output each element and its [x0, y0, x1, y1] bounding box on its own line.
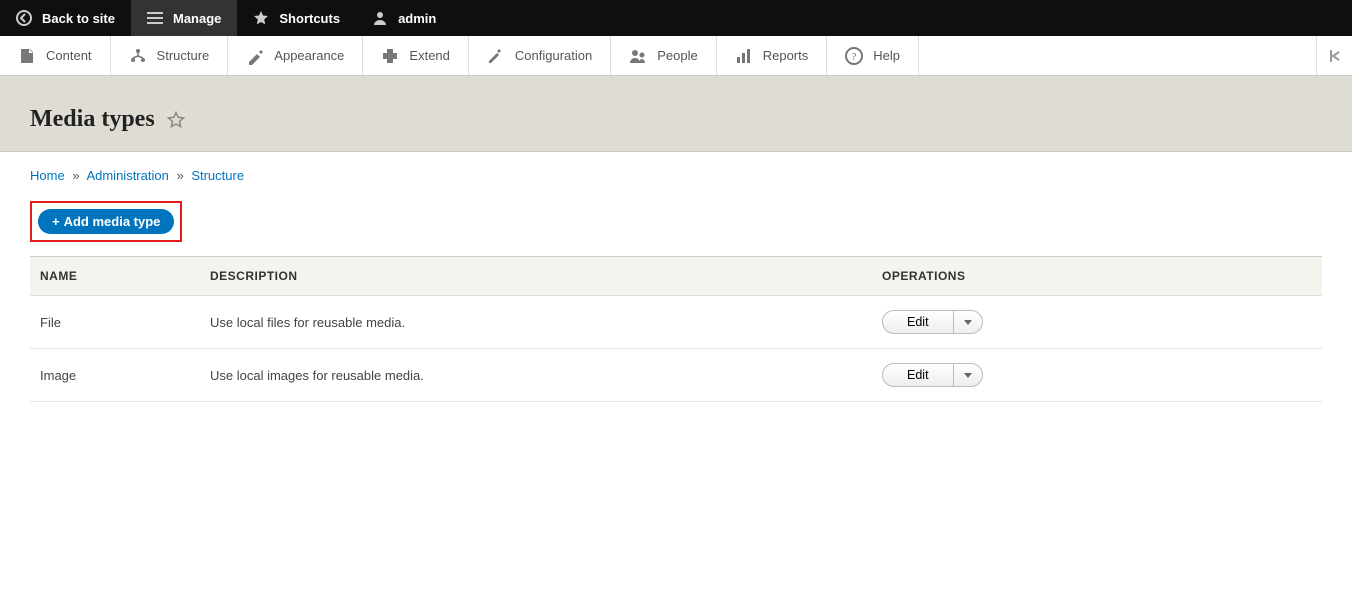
svg-text:?: ? — [852, 51, 857, 63]
configuration-icon — [487, 47, 505, 65]
add-shortcut-star-icon[interactable] — [167, 111, 185, 129]
breadcrumb-sep: » — [172, 168, 187, 183]
breadcrumb-administration[interactable]: Administration — [86, 168, 168, 183]
structure-icon — [129, 47, 147, 65]
cell-operations: Edit — [872, 296, 1322, 349]
edit-button[interactable]: Edit — [883, 311, 954, 333]
th-name: NAME — [30, 257, 200, 296]
menu-configuration[interactable]: Configuration — [469, 36, 611, 75]
menu-help-label: Help — [873, 48, 900, 63]
manage-label: Manage — [173, 11, 221, 26]
breadcrumb-structure[interactable]: Structure — [191, 168, 244, 183]
menu-extend[interactable]: Extend — [363, 36, 468, 75]
menu-appearance[interactable]: Appearance — [228, 36, 363, 75]
cell-name: Image — [30, 349, 200, 402]
cell-description: Use local files for reusable media. — [200, 296, 872, 349]
extend-icon — [381, 47, 399, 65]
plus-icon: + — [52, 214, 60, 229]
th-operations: OPERATIONS — [872, 257, 1322, 296]
add-media-type-highlight: + Add media type — [30, 201, 182, 242]
menu-appearance-label: Appearance — [274, 48, 344, 63]
back-arrow-icon — [16, 10, 32, 26]
th-description: DESCRIPTION — [200, 257, 872, 296]
table-row: Image Use local images for reusable medi… — [30, 349, 1322, 402]
breadcrumb: Home » Administration » Structure — [30, 168, 1322, 183]
cell-name: File — [30, 296, 200, 349]
dropbutton-toggle[interactable] — [954, 364, 982, 386]
user-label: admin — [398, 11, 436, 26]
help-icon: ? — [845, 47, 863, 65]
breadcrumb-home[interactable]: Home — [30, 168, 65, 183]
menu-help[interactable]: ? Help — [827, 36, 919, 75]
cell-description: Use local images for reusable media. — [200, 349, 872, 402]
page-header: Media types — [0, 76, 1352, 152]
people-icon — [629, 47, 647, 65]
operations-dropbutton: Edit — [882, 363, 983, 387]
back-to-site[interactable]: Back to site — [0, 0, 131, 36]
menu-configuration-label: Configuration — [515, 48, 592, 63]
add-media-type-button[interactable]: + Add media type — [38, 209, 174, 234]
cell-operations: Edit — [872, 349, 1322, 402]
star-icon — [253, 10, 269, 26]
page-title: Media types — [30, 106, 155, 133]
dropbutton-toggle[interactable] — [954, 311, 982, 333]
user-icon — [372, 10, 388, 26]
media-types-table: NAME DESCRIPTION OPERATIONS File Use loc… — [30, 256, 1322, 402]
content-icon — [18, 47, 36, 65]
shortcuts-toggle[interactable]: Shortcuts — [237, 0, 356, 36]
table-row: File Use local files for reusable media.… — [30, 296, 1322, 349]
operations-dropbutton: Edit — [882, 310, 983, 334]
manage-toggle[interactable]: Manage — [131, 0, 237, 36]
menu-people[interactable]: People — [611, 36, 716, 75]
reports-icon — [735, 47, 753, 65]
menu-structure-label: Structure — [157, 48, 210, 63]
user-menu[interactable]: admin — [356, 0, 452, 36]
appearance-icon — [246, 47, 264, 65]
menu-structure[interactable]: Structure — [111, 36, 229, 75]
back-to-site-label: Back to site — [42, 11, 115, 26]
breadcrumb-sep: » — [68, 168, 83, 183]
toolbar-orientation-toggle[interactable] — [1316, 36, 1352, 75]
admin-toolbar: Back to site Manage Shortcuts admin — [0, 0, 1352, 36]
menu-reports-label: Reports — [763, 48, 809, 63]
edit-button[interactable]: Edit — [883, 364, 954, 386]
hamburger-icon — [147, 10, 163, 26]
menu-people-label: People — [657, 48, 697, 63]
admin-menu: Content Structure Appearance Extend Conf… — [0, 36, 1352, 76]
content-region: Home » Administration » Structure + Add m… — [0, 152, 1352, 442]
add-media-type-label: Add media type — [64, 214, 161, 229]
menu-content-label: Content — [46, 48, 92, 63]
menu-reports[interactable]: Reports — [717, 36, 828, 75]
menu-extend-label: Extend — [409, 48, 449, 63]
menu-spacer — [919, 36, 1316, 75]
shortcuts-label: Shortcuts — [279, 11, 340, 26]
menu-content[interactable]: Content — [0, 36, 111, 75]
